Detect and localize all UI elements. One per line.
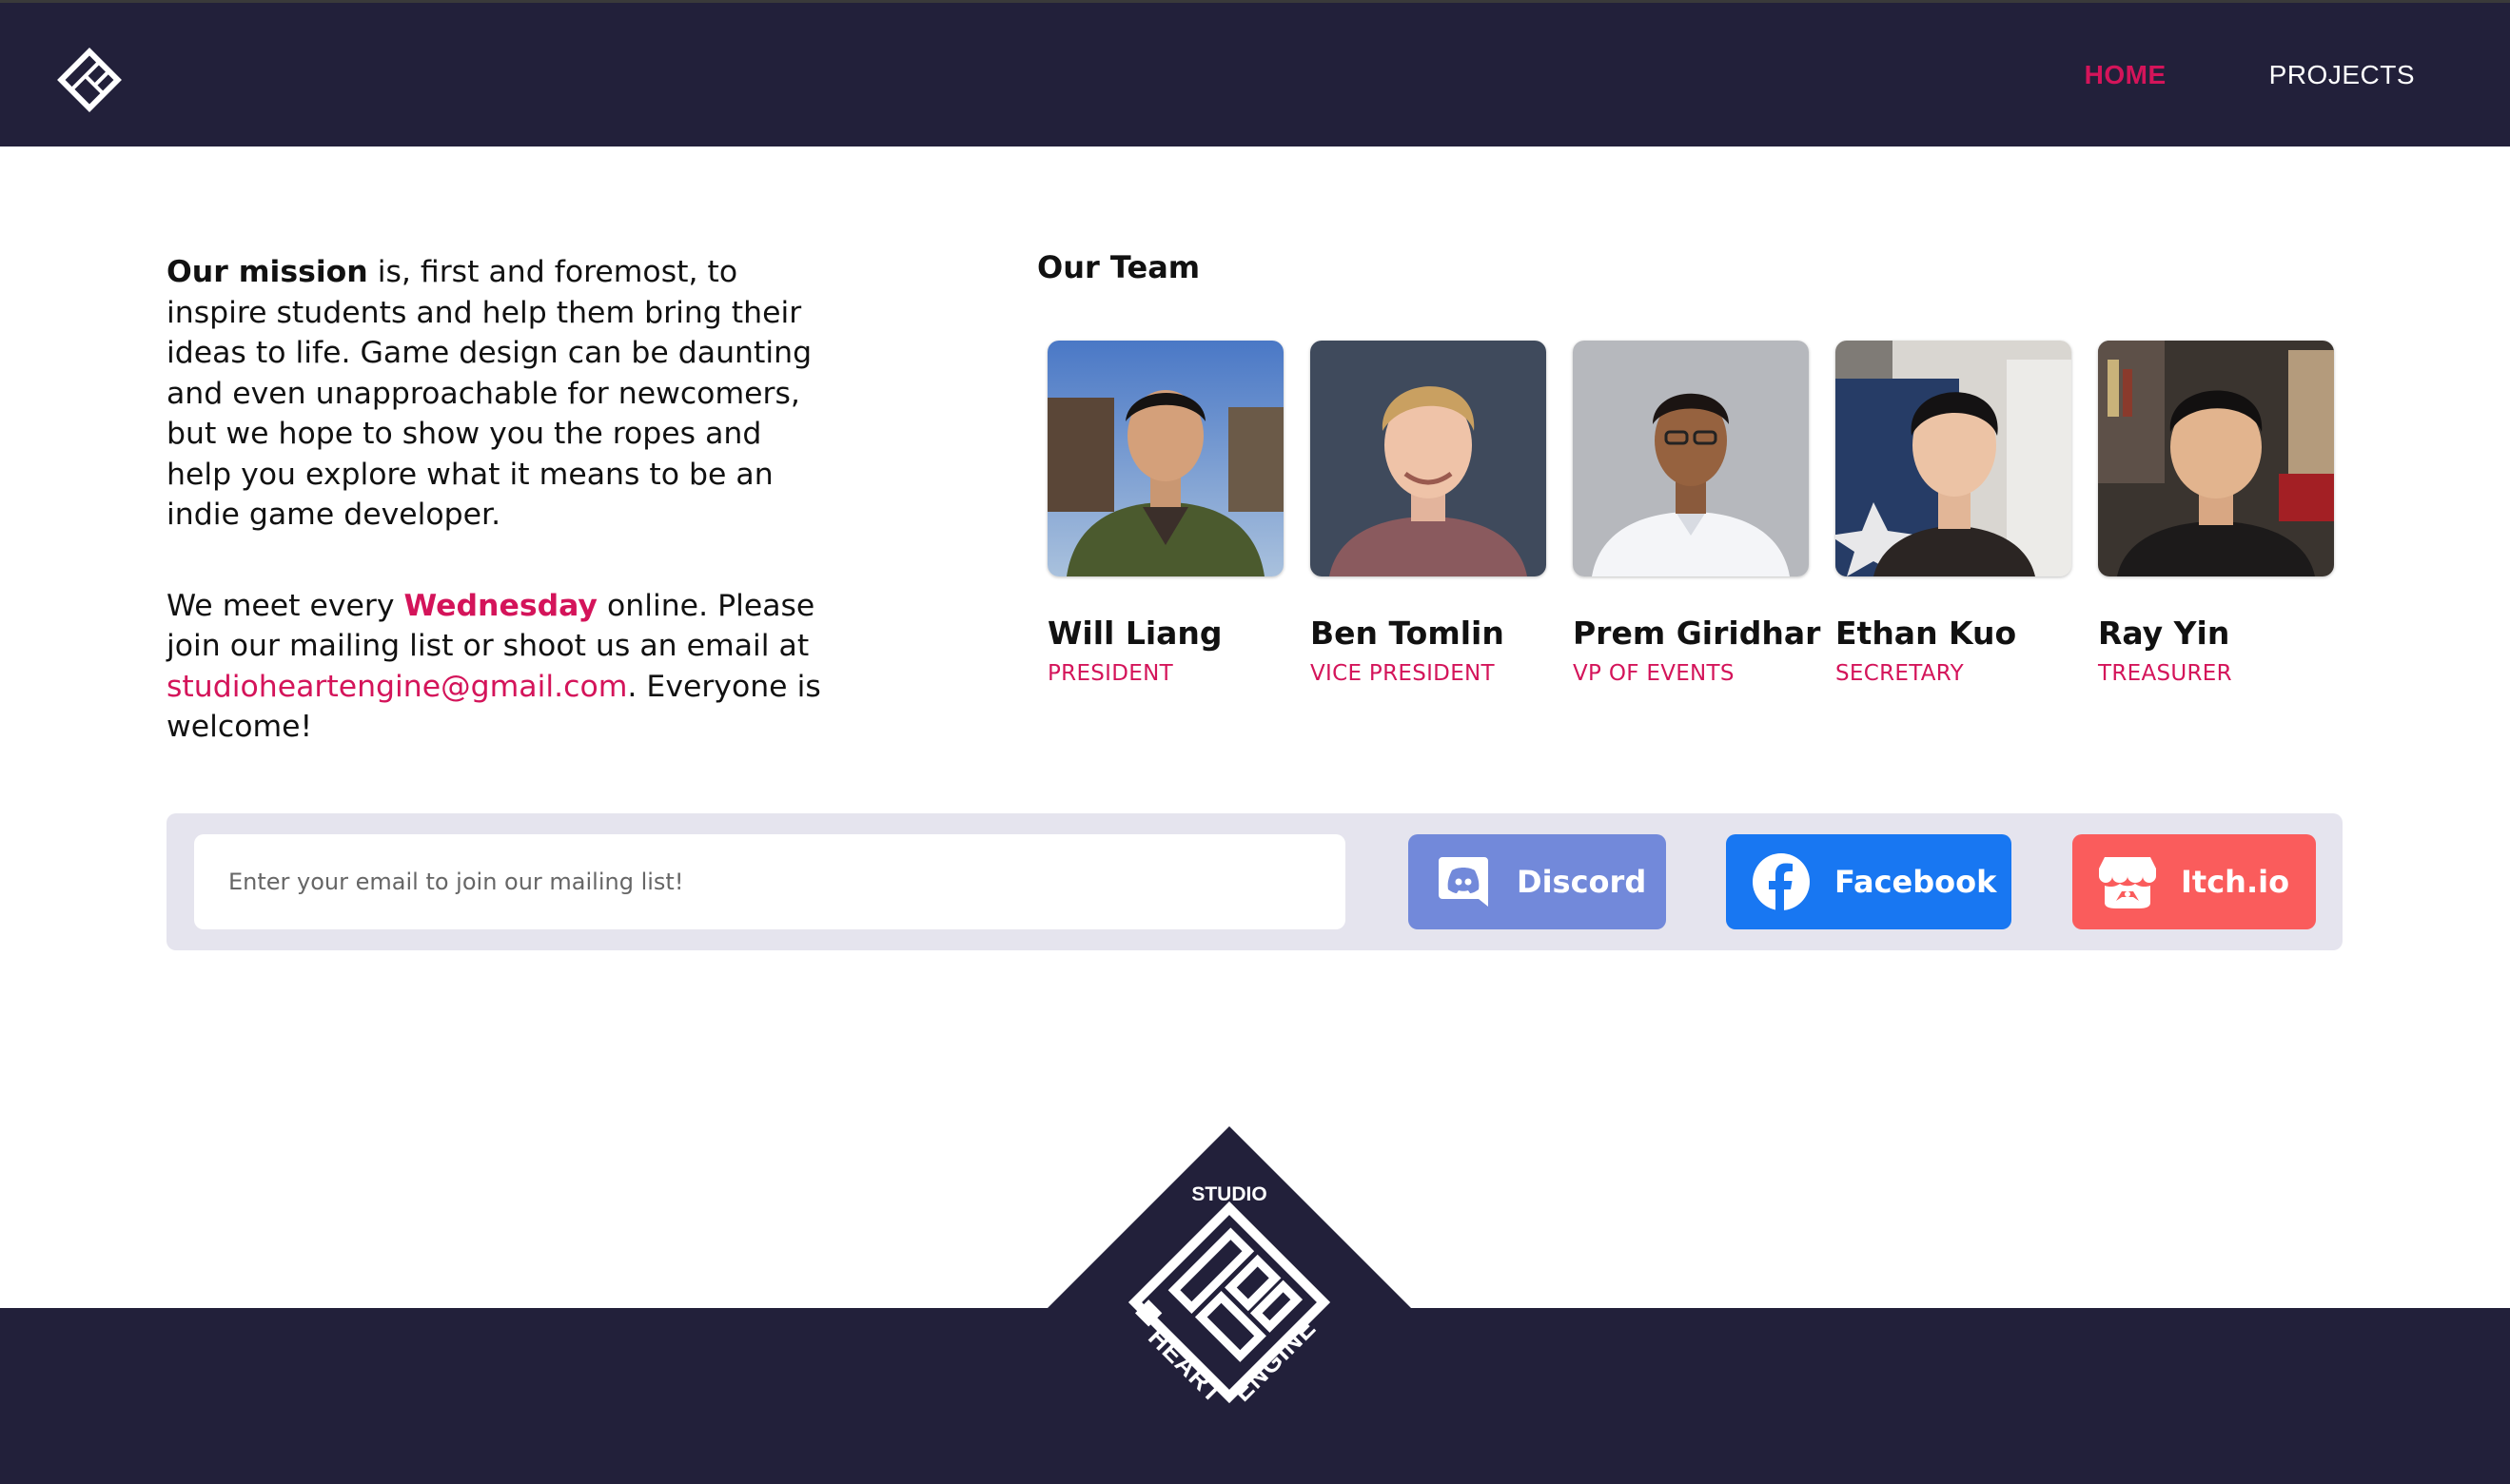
member-role: SECRETARY <box>1835 661 1964 686</box>
member-name: Ethan Kuo <box>1835 615 2017 652</box>
meeting-paragraph: We meet every Wednesday online. Please j… <box>167 586 823 748</box>
itchio-icon <box>2099 857 2156 908</box>
email-link[interactable]: studioheartengine@gmail.com <box>167 670 627 704</box>
member-role: PRESIDENT <box>1048 661 1173 686</box>
mission-body: is, first and foremost, to inspire stude… <box>167 255 813 532</box>
team-member-card: Will Liang PRESIDENT <box>1048 341 1284 686</box>
discord-icon <box>1439 857 1488 907</box>
mission-section: Our mission is, first and foremost, to i… <box>167 252 823 748</box>
studio-heart-engine-logo: STUDIO HEART ENGINE <box>1047 1126 1412 1440</box>
meet-prefix: We meet every <box>167 588 404 623</box>
team-member-card: Ethan Kuo SECRETARY <box>1835 341 2071 686</box>
member-name: Ray Yin <box>2098 615 2230 652</box>
team-member-card: Ray Yin TREASURER <box>2098 341 2334 686</box>
facebook-button[interactable]: Facebook <box>1726 834 2011 929</box>
member-photo <box>1573 341 1809 576</box>
member-name: Prem Giridhar <box>1573 615 1821 652</box>
studio-logo-icon[interactable] <box>53 47 126 113</box>
team-member-card: Prem Giridhar VP OF EVENTS <box>1573 341 1821 686</box>
nav-home[interactable]: HOME <box>2085 60 2167 90</box>
site-header: HOME PROJECTS <box>0 0 2510 146</box>
team-grid: Will Liang PRESIDENT Ben Tomlin VICE PRE… <box>1048 341 2334 686</box>
member-photo <box>2098 341 2334 576</box>
discord-button[interactable]: Discord <box>1408 834 1666 929</box>
facebook-icon <box>1753 853 1810 910</box>
mission-paragraph: Our mission is, first and foremost, to i… <box>167 252 823 536</box>
nav-projects[interactable]: PROJECTS <box>2269 60 2415 90</box>
member-name: Will Liang <box>1048 615 1223 652</box>
member-name: Ben Tomlin <box>1310 615 1504 652</box>
itchio-label: Itch.io <box>2181 864 2290 900</box>
mission-lead: Our mission <box>167 255 368 289</box>
member-photo <box>1835 341 2071 576</box>
facebook-label: Facebook <box>1834 864 1997 900</box>
member-photo <box>1310 341 1546 576</box>
main-nav: HOME PROJECTS <box>2085 60 2415 90</box>
member-role: TREASURER <box>2098 661 2232 686</box>
discord-label: Discord <box>1517 864 1647 900</box>
team-title: Our Team <box>1037 249 1201 285</box>
page: HOME PROJECTS Our mission is, first and … <box>0 0 2510 1484</box>
member-photo <box>1048 341 1284 576</box>
team-member-card: Ben Tomlin VICE PRESIDENT <box>1310 341 1546 686</box>
meet-day: Wednesday <box>403 588 598 623</box>
member-role: VP OF EVENTS <box>1573 661 1735 686</box>
itchio-button[interactable]: Itch.io <box>2072 834 2316 929</box>
email-signup-input[interactable] <box>194 834 1345 929</box>
mailing-bar: Discord Facebook Itch.io <box>167 813 2343 950</box>
member-role: VICE PRESIDENT <box>1310 661 1495 686</box>
